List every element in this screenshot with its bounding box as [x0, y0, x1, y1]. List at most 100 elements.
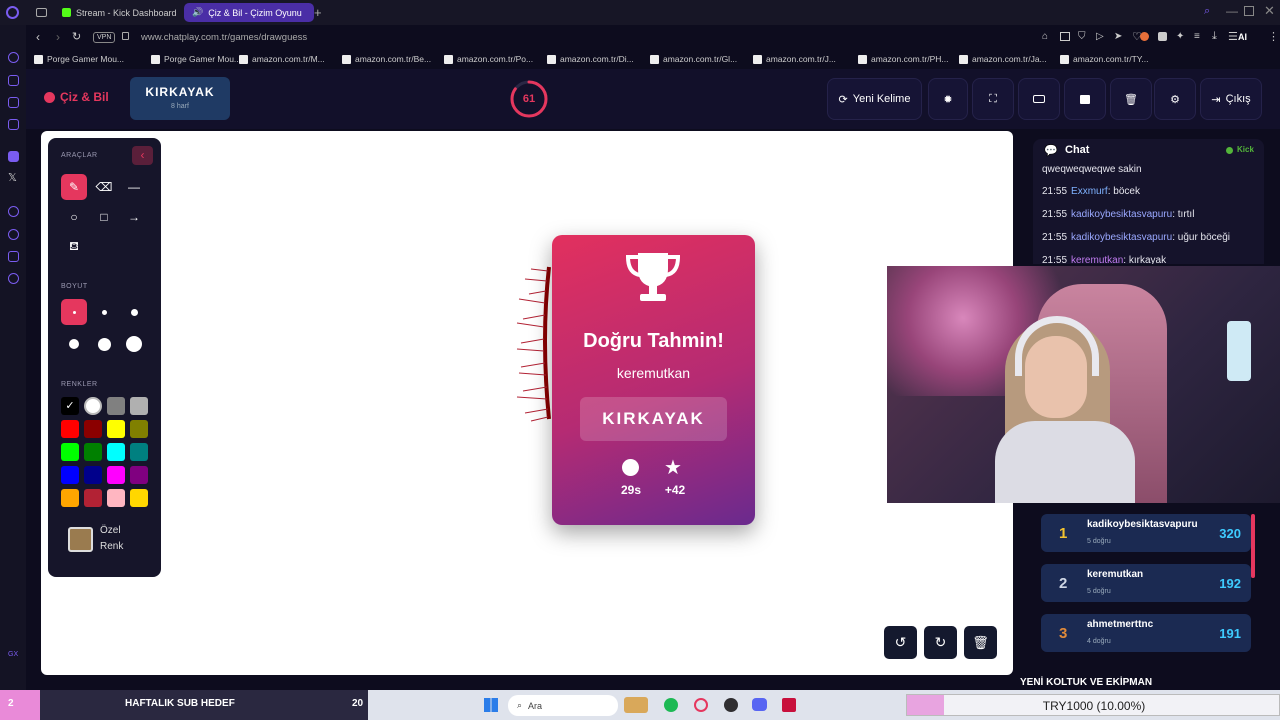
color-swatch[interactable]: [61, 443, 79, 461]
extension-icon[interactable]: [1158, 32, 1167, 41]
color-swatch[interactable]: [107, 489, 125, 507]
chat-username[interactable]: keremutkan: [1071, 255, 1123, 264]
url-field[interactable]: www.chatplay.com.tr/games/drawguess: [141, 32, 307, 43]
extension-orange-icon[interactable]: [1140, 32, 1149, 41]
color-swatch[interactable]: [107, 420, 125, 438]
color-swatch[interactable]: [107, 397, 125, 415]
arrow-tool[interactable]: →: [121, 204, 147, 230]
close-icon[interactable]: ✕: [1264, 3, 1275, 19]
minimize-icon[interactable]: —: [1226, 4, 1238, 18]
search-tabs-icon[interactable]: ⌕: [1204, 5, 1210, 18]
gx-icon[interactable]: GX: [8, 651, 18, 658]
size-3[interactable]: [121, 299, 147, 325]
color-swatch[interactable]: [61, 466, 79, 484]
opera-logo-icon[interactable]: [6, 6, 19, 19]
opera-gx-icon[interactable]: [694, 698, 708, 712]
obs-icon[interactable]: [724, 698, 738, 712]
bookmark-item[interactable]: Porge Gamer Mou...: [34, 54, 124, 64]
taskbar-search[interactable]: ⌕ Ara: [508, 695, 618, 716]
chat-username[interactable]: kadikoybesiktasvapuru: [1071, 232, 1172, 243]
color-swatch[interactable]: [84, 420, 102, 438]
redo-button[interactable]: ↻: [924, 626, 957, 659]
download-icon[interactable]: ⤓: [1212, 30, 1217, 43]
clear-canvas-button[interactable]: 🗑: [964, 626, 997, 659]
drawing-canvas[interactable]: ➤ ↺ ↻ 🗑: [41, 131, 1013, 675]
discord-icon[interactable]: [752, 698, 767, 711]
bookmark-icon[interactable]: ⌂: [1042, 31, 1048, 42]
bookmark-item[interactable]: amazon.com.tr/TY...: [1060, 54, 1148, 64]
theme-button[interactable]: ✹: [928, 78, 968, 120]
vpn-badge[interactable]: VPN: [93, 32, 116, 43]
twitch-icon[interactable]: [8, 151, 19, 162]
undo-button[interactable]: ↺: [884, 626, 917, 659]
reload-icon[interactable]: ↻: [72, 30, 81, 43]
color-swatch[interactable]: [61, 420, 79, 438]
messenger-icon[interactable]: [8, 97, 19, 108]
brush-tool[interactable]: ✎: [61, 174, 87, 200]
color-swatch[interactable]: [130, 443, 148, 461]
ai-button[interactable]: AI: [1238, 32, 1247, 42]
color-swatch[interactable]: [61, 489, 79, 507]
collapse-panel-button[interactable]: ‹: [132, 146, 153, 165]
history-icon[interactable]: [8, 229, 19, 240]
spotify-icon[interactable]: [664, 698, 678, 712]
menu-list-icon[interactable]: ≡: [1194, 31, 1200, 42]
forward-icon[interactable]: ›: [56, 30, 60, 44]
back-icon[interactable]: ‹: [36, 30, 40, 44]
send-icon[interactable]: ➤: [1114, 31, 1122, 42]
keyboard-button[interactable]: [1018, 78, 1060, 120]
bookmark-item[interactable]: Porge Gamer Mou...: [151, 54, 241, 64]
player-icon[interactable]: [8, 206, 19, 217]
aria-icon[interactable]: [8, 52, 19, 63]
exit-button[interactable]: ⇥ Çıkış: [1200, 78, 1262, 120]
x-twitter-icon[interactable]: 𝕏: [8, 171, 17, 184]
color-swatch[interactable]: [130, 397, 148, 415]
tab-ciz-bil[interactable]: 🔊 Çiz & Bil - Çizim Oyunu: [184, 3, 314, 22]
size-1[interactable]: [61, 299, 87, 325]
leaderboard-scrollbar[interactable]: [1251, 514, 1255, 578]
easy-setup-icon[interactable]: ☰: [1228, 30, 1238, 43]
color-swatch[interactable]: [130, 420, 148, 438]
snapshot-icon[interactable]: [1060, 32, 1070, 41]
tab-switcher-icon[interactable]: [36, 8, 47, 17]
archive-button[interactable]: [1064, 78, 1106, 120]
bookmark-item[interactable]: amazon.com.tr/M...: [239, 54, 325, 64]
bookmark-item[interactable]: amazon.com.tr/J...: [753, 54, 836, 64]
color-swatch[interactable]: [84, 489, 102, 507]
color-swatch[interactable]: [84, 397, 102, 415]
extensions-icon[interactable]: [8, 251, 19, 262]
shield-icon[interactable]: ⛉: [1078, 31, 1086, 42]
fullscreen-button[interactable]: ⛶: [972, 78, 1014, 120]
color-swatch[interactable]: [107, 466, 125, 484]
bookmark-item[interactable]: amazon.com.tr/Ja...: [959, 54, 1047, 64]
bookmark-item[interactable]: amazon.com.tr/Di...: [547, 54, 634, 64]
mail-icon[interactable]: [8, 119, 19, 130]
size-4[interactable]: [61, 331, 87, 357]
size-2[interactable]: [91, 299, 117, 325]
new-word-button[interactable]: ⟳ Yeni Kelime: [827, 78, 922, 120]
chat-username[interactable]: Exxmurf: [1071, 186, 1108, 197]
app-logo[interactable]: Çiz & Bil: [44, 90, 109, 104]
chat-username[interactable]: kadikoybesiktasvapuru: [1071, 209, 1172, 220]
more-icon[interactable]: ⋮: [1268, 30, 1279, 43]
color-swatch[interactable]: [84, 443, 102, 461]
eraser-tool[interactable]: ⌫: [91, 174, 117, 200]
color-swatch[interactable]: ✓: [61, 397, 79, 415]
puzzle-icon[interactable]: ✦: [1176, 31, 1184, 42]
play-icon[interactable]: ▷: [1096, 31, 1104, 42]
bookmark-item[interactable]: amazon.com.tr/Po...: [444, 54, 533, 64]
bookmark-item[interactable]: amazon.com.tr/PH...: [858, 54, 948, 64]
settings-button[interactable]: ⚙: [1154, 78, 1196, 120]
color-swatch[interactable]: [84, 466, 102, 484]
size-5[interactable]: [91, 331, 117, 357]
widgets-icon[interactable]: [624, 697, 648, 713]
fill-tool[interactable]: ⛾: [61, 234, 87, 260]
settings-icon[interactable]: [8, 273, 19, 284]
windows-start-icon[interactable]: [484, 698, 498, 712]
workspace-icon[interactable]: [8, 75, 19, 86]
maximize-icon[interactable]: [1244, 6, 1254, 16]
app-red-icon[interactable]: [782, 698, 796, 712]
bookmark-item[interactable]: amazon.com.tr/Gl...: [650, 54, 737, 64]
rectangle-tool[interactable]: □: [91, 204, 117, 230]
tab-kick-dashboard[interactable]: Stream - Kick Dashboard: [54, 3, 185, 22]
